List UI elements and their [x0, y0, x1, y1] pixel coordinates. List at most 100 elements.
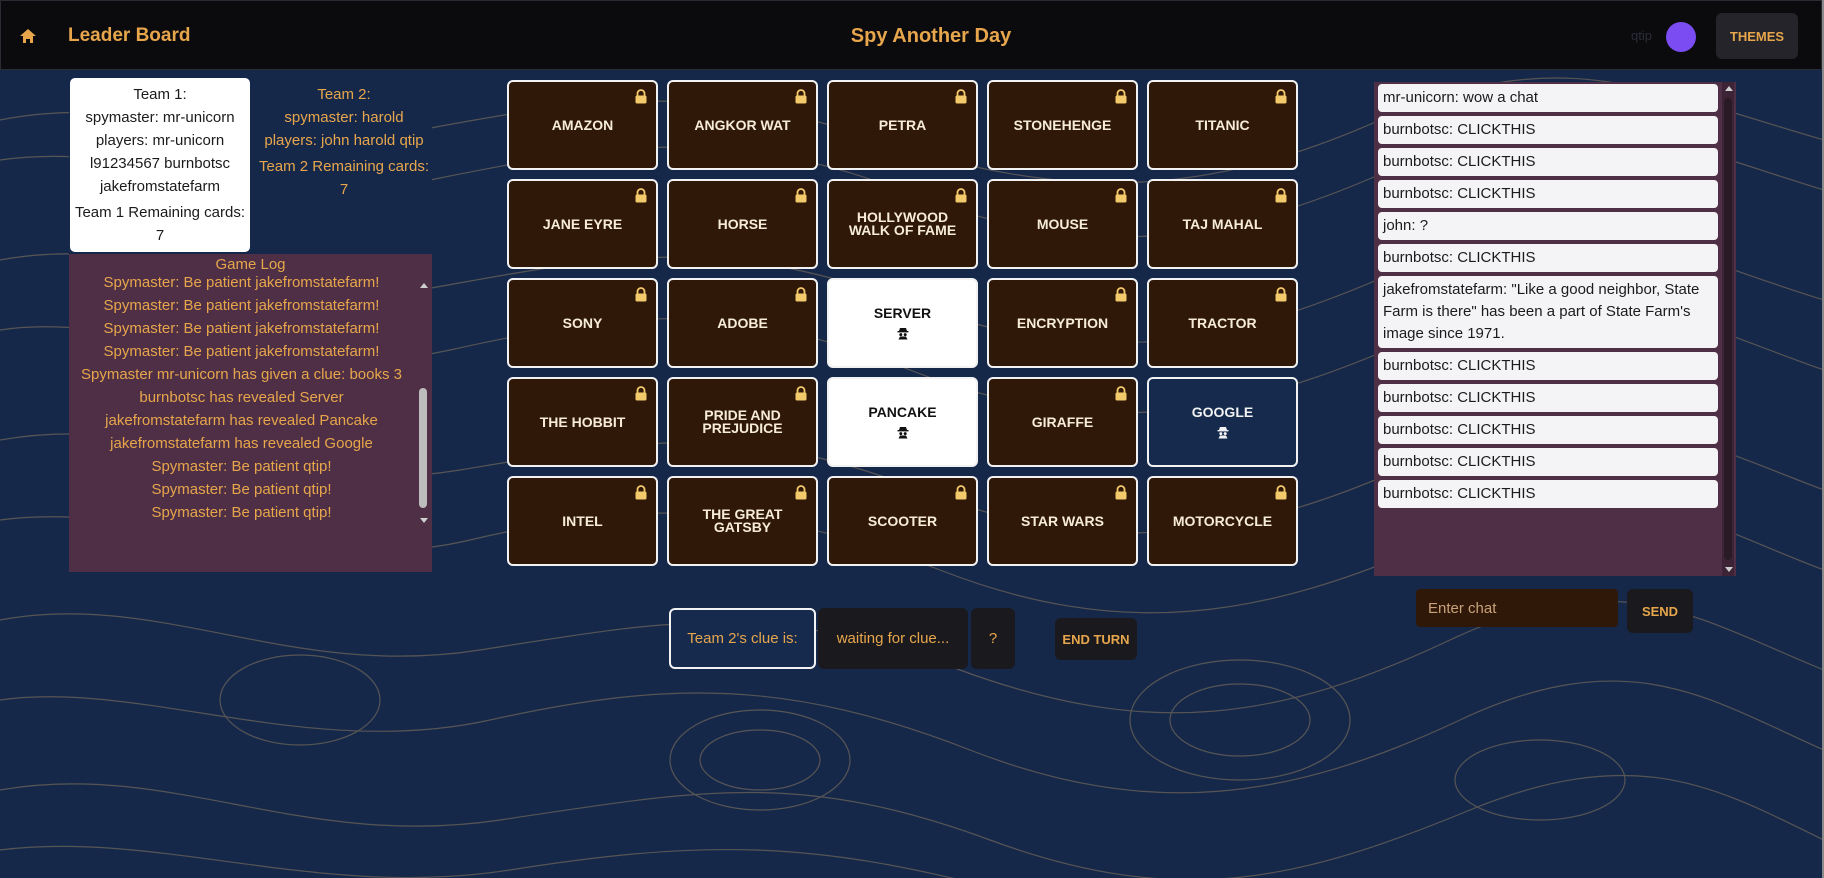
word-card[interactable]: ADOBE [667, 278, 818, 368]
chat-message: burnbotsc: CLICKTHIS [1378, 384, 1718, 412]
chat-message: burnbotsc: CLICKTHIS [1378, 148, 1718, 176]
chat-message: mr-unicorn: wow a chat [1378, 84, 1718, 112]
end-turn-button[interactable]: END TURN [1055, 618, 1137, 660]
game-log-scrollbar[interactable] [417, 280, 429, 526]
spy-icon [1216, 425, 1230, 439]
word-card[interactable]: GOOGLE [1147, 377, 1298, 467]
team1-spymaster: spymaster: mr-unicorn [85, 109, 235, 126]
word-card[interactable]: JANE EYRE [507, 179, 658, 269]
teams-panel: Team 1: spymaster: mr-unicorn players: m… [69, 76, 432, 254]
chat-message: john: ? [1378, 212, 1718, 240]
card-word: TRACTOR [1188, 314, 1257, 331]
user-avatar[interactable] [1666, 22, 1696, 52]
spy-icon [896, 425, 910, 439]
lock-icon [1114, 287, 1128, 302]
team2-spymaster: spymaster: harold [284, 109, 404, 126]
word-card[interactable]: STONEHENGE [987, 80, 1138, 170]
card-word: ANGKOR WAT [694, 116, 791, 133]
game-log-entry: Spymaster mr-unicorn has given a clue: b… [81, 366, 402, 383]
game-log-entry: Spymaster: Be patient jakefromstatefarm! [103, 297, 380, 314]
lock-icon [1274, 485, 1288, 500]
chat-message: jakefromstatefarm: "Like a good neighbor… [1378, 276, 1718, 348]
chat-message: burnbotsc: CLICKTHIS [1378, 244, 1718, 272]
app-title: Spy Another Day [850, 25, 1012, 47]
team2-card: Team 2: spymaster: harold players: john … [258, 78, 430, 201]
chat-message: burnbotsc: CLICKTHIS [1378, 116, 1718, 144]
team1-players: players: mr-unicorn l91234567 burnbotsc … [89, 132, 231, 195]
lock-icon [634, 386, 648, 401]
chat-message: burnbotsc: CLICKTHIS [1378, 480, 1718, 508]
lock-icon [1114, 386, 1128, 401]
word-card[interactable]: PETRA [827, 80, 978, 170]
user-name: qtip [1631, 28, 1652, 43]
word-card[interactable]: THE GREAT GATSBY [667, 476, 818, 566]
lock-icon [634, 287, 648, 302]
card-word: GOOGLE [1191, 403, 1254, 420]
scroll-thumb[interactable] [1724, 98, 1732, 560]
word-card[interactable]: PANCAKE [827, 377, 978, 467]
lock-icon [954, 188, 968, 203]
lock-icon [1114, 188, 1128, 203]
lock-icon [634, 89, 648, 104]
word-card[interactable]: ENCRYPTION [987, 278, 1138, 368]
top-nav-bar: Leader Board Spy Another Day qtip THEMES [0, 0, 1822, 70]
card-word: ADOBE [717, 314, 768, 331]
word-card[interactable]: GIRAFFE [987, 377, 1138, 467]
card-word: THE HOBBIT [539, 413, 626, 430]
game-log-entry: Spymaster: Be patient jakefromstatefarm! [103, 274, 380, 291]
lock-icon [794, 89, 808, 104]
word-card[interactable]: SONY [507, 278, 658, 368]
word-card[interactable]: PRIDE AND PREJUDICE [667, 377, 818, 467]
card-word: JANE EYRE [542, 215, 623, 232]
word-card[interactable]: HORSE [667, 179, 818, 269]
word-card[interactable]: HOLLYWOOD WALK OF FAME [827, 179, 978, 269]
word-card[interactable]: TITANIC [1147, 80, 1298, 170]
chat-input[interactable] [1416, 589, 1618, 627]
scroll-down-arrow-icon[interactable] [1725, 567, 1733, 572]
word-card[interactable]: INTEL [507, 476, 658, 566]
card-word: MOUSE [1036, 215, 1089, 232]
word-card[interactable]: MOUSE [987, 179, 1138, 269]
team1-card: Team 1: spymaster: mr-unicorn players: m… [70, 78, 250, 252]
chat-panel: mr-unicorn: wow a chat burnbotsc: CLICKT… [1374, 82, 1736, 576]
word-card[interactable]: TRACTOR [1147, 278, 1298, 368]
clue-word: waiting for clue... [818, 608, 968, 669]
scroll-up-arrow-icon[interactable] [1725, 86, 1733, 91]
word-card[interactable]: STAR WARS [987, 476, 1138, 566]
word-card[interactable]: TAJ MAHAL [1147, 179, 1298, 269]
lock-icon [954, 485, 968, 500]
word-card[interactable]: SCOOTER [827, 476, 978, 566]
chat-message: burnbotsc: CLICKTHIS [1378, 180, 1718, 208]
card-word: PETRA [878, 116, 927, 133]
lock-icon [794, 287, 808, 302]
game-log-list[interactable]: Spymaster: Be patient jakefromstatefarm!… [69, 271, 414, 524]
clue-count: ? [971, 608, 1015, 669]
game-log-entry: Spymaster: Be patient qtip! [151, 458, 332, 475]
word-card[interactable]: THE HOBBIT [507, 377, 658, 467]
lock-icon [954, 89, 968, 104]
card-word: STONEHENGE [1013, 116, 1112, 133]
lock-icon [1114, 89, 1128, 104]
chat-message-list[interactable]: mr-unicorn: wow a chat burnbotsc: CLICKT… [1378, 84, 1718, 512]
team1-remaining: Team 1 Remaining cards: 7 [74, 204, 246, 244]
team1-title: Team 1: [133, 86, 187, 103]
scroll-up-arrow-icon[interactable] [420, 283, 428, 288]
word-card[interactable]: AMAZON [507, 80, 658, 170]
word-card[interactable]: MOTORCYCLE [1147, 476, 1298, 566]
scroll-down-arrow-icon[interactable] [420, 518, 428, 523]
card-word: PRIDE AND PREJUDICE [702, 407, 783, 436]
word-card[interactable]: SERVER [827, 278, 978, 368]
card-word: SERVER [873, 304, 932, 321]
lock-icon [794, 386, 808, 401]
card-word: SCOOTER [867, 512, 938, 529]
card-word: TITANIC [1195, 116, 1250, 133]
card-word: AMAZON [551, 116, 614, 133]
send-chat-button[interactable]: SEND [1627, 589, 1693, 633]
chat-scrollbar[interactable] [1722, 82, 1734, 576]
themes-button[interactable]: THEMES [1716, 13, 1798, 59]
card-word: GIRAFFE [1031, 413, 1094, 430]
team2-title: Team 2: [317, 86, 371, 103]
game-log-entry: Spymaster: Be patient jakefromstatefarm! [103, 320, 380, 337]
word-card[interactable]: ANGKOR WAT [667, 80, 818, 170]
scroll-thumb[interactable] [419, 388, 427, 508]
